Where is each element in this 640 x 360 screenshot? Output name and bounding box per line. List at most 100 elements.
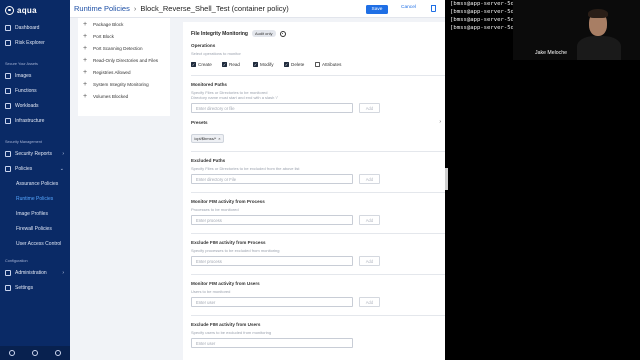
- control-label: Read-Only Directories and Files: [93, 57, 159, 63]
- sidebar-item-infrastructure[interactable]: Infrastructure: [0, 113, 70, 128]
- sidebar-item-images[interactable]: Images: [0, 68, 70, 83]
- sidebar-section-secure: Secure Your Assets: [5, 62, 38, 66]
- workloads-icon: [5, 102, 11, 109]
- plus-icon: +: [83, 68, 88, 76]
- add-excluded-path-button[interactable]: Add: [359, 174, 380, 185]
- control-item[interactable]: + Package Block: [78, 18, 170, 30]
- checkbox-checked-icon: ✓: [191, 62, 196, 68]
- monitored-paths-title: Monitored Paths: [191, 81, 227, 87]
- checkbox-label: Delete: [291, 62, 305, 68]
- save-button[interactable]: Save: [366, 5, 388, 14]
- page-title: Block_Reverse_Shell_Test (container poli…: [140, 4, 289, 13]
- divider: [191, 151, 445, 153]
- presenter-name: Jake Meloche: [535, 50, 568, 56]
- add-exclude-process-button[interactable]: Add: [359, 256, 380, 267]
- monitored-path-input[interactable]: Enter directory or file: [191, 103, 353, 114]
- add-monitor-process-button[interactable]: Add: [359, 215, 380, 226]
- monitor-process-help: Processes to be monitored: [191, 207, 239, 213]
- presenter-hair: [588, 9, 608, 18]
- sidebar-item-label: Workloads: [15, 102, 39, 109]
- sidebar-subitem-user-access-control[interactable]: User Access Control: [0, 236, 70, 251]
- preset-chip[interactable]: /opt/$bmss/* ×: [191, 134, 224, 144]
- panel-header: File Integrity Monitoring Audit only: [191, 30, 445, 37]
- checkbox-attributes[interactable]: Attributes: [315, 62, 346, 68]
- sidebar-item-label: Risk Explorer: [15, 39, 45, 46]
- sidebar-item-label: Security Reports: [15, 150, 52, 157]
- breadcrumb-separator: ›: [133, 4, 137, 13]
- chevron-right-icon[interactable]: ›: [439, 119, 441, 125]
- checkbox-modify[interactable]: ✓ Modify: [253, 62, 284, 68]
- delete-policy-icon[interactable]: [431, 5, 436, 12]
- gear-icon[interactable]: [279, 30, 286, 37]
- checkbox-checked-icon: ✓: [222, 62, 227, 68]
- checkbox-create[interactable]: ✓ Create: [191, 62, 222, 68]
- notifications-icon[interactable]: [55, 350, 62, 356]
- user-icon[interactable]: [31, 350, 38, 356]
- add-monitor-user-button[interactable]: Add: [359, 297, 380, 308]
- sidebar-item-risk-explorer[interactable]: Risk Explorer: [0, 35, 70, 50]
- sidebar-item-policies[interactable]: Policies ⌄: [0, 161, 70, 176]
- plus-icon: +: [83, 92, 88, 100]
- chevron-down-icon: ⌄: [59, 165, 64, 172]
- fim-panel: File Integrity Monitoring Audit only × O…: [183, 22, 453, 360]
- exclude-process-help: Specify processes to be excluded from mo…: [191, 248, 280, 254]
- checkbox-read[interactable]: ✓ Read: [222, 62, 253, 68]
- exclude-users-help: Specify users to be excluded from monito…: [191, 330, 272, 336]
- control-item[interactable]: + Volumes Blocked: [78, 90, 170, 102]
- sidebar-subitem-firewall-policies[interactable]: Firewall Policies: [0, 221, 70, 236]
- terminal-scrollbar[interactable]: [445, 168, 448, 190]
- sidebar-subitem-runtime-policies[interactable]: Runtime Policies: [0, 191, 70, 206]
- sidebar-item-functions[interactable]: Functions: [0, 83, 70, 98]
- control-item[interactable]: + Port Scanning Detection: [78, 42, 170, 54]
- functions-icon: [5, 87, 11, 94]
- sidebar-item-label: Infrastructure: [15, 117, 45, 124]
- control-label: Port Block: [93, 33, 114, 39]
- security-reports-icon: [5, 150, 11, 157]
- cancel-button[interactable]: Cancel: [401, 5, 416, 10]
- header-bar: Runtime Policies › Block_Reverse_Shell_T…: [70, 0, 445, 18]
- control-label: Registries Allowed: [93, 69, 131, 75]
- control-label: Package Block: [93, 21, 124, 27]
- brand-name: aqua: [17, 5, 37, 15]
- divider: [191, 192, 445, 194]
- add-monitored-path-button[interactable]: Add: [359, 103, 380, 114]
- control-item[interactable]: + Port Block: [78, 30, 170, 42]
- sidebar-item-workloads[interactable]: Workloads: [0, 98, 70, 113]
- checkbox-delete[interactable]: ✓ Delete: [284, 62, 315, 68]
- help-icon[interactable]: [8, 350, 15, 356]
- monitor-process-input[interactable]: Enter process: [191, 215, 353, 226]
- plus-icon: +: [83, 20, 88, 28]
- excluded-paths-help: Specify Files or Directories to be exclu…: [191, 166, 300, 172]
- webcam-overlay: Jake Meloche: [513, 0, 640, 60]
- excluded-paths-title: Excluded Paths: [191, 158, 226, 164]
- control-item[interactable]: + Registries Allowed: [78, 66, 170, 78]
- monitor-user-input[interactable]: Enter user: [191, 297, 353, 308]
- sidebar-item-security-reports[interactable]: Security Reports ›: [0, 146, 70, 161]
- exclude-process-input[interactable]: Enter process: [191, 256, 353, 267]
- exclude-user-input[interactable]: Enter user: [191, 338, 353, 349]
- checkbox-checked-icon: ✓: [253, 62, 258, 68]
- sidebar-item-dashboard[interactable]: Dashboard: [0, 20, 70, 35]
- excluded-path-input[interactable]: Enter directory or File: [191, 174, 353, 185]
- brand[interactable]: aqua: [0, 0, 70, 20]
- checkbox-checked-icon: ✓: [284, 62, 289, 68]
- sidebar-subitem-assurance-policies[interactable]: Assurance Policies: [0, 176, 70, 191]
- checkbox-label: Modify: [260, 62, 274, 68]
- plus-icon: +: [83, 44, 88, 52]
- images-icon: [5, 72, 11, 79]
- plus-icon: +: [83, 80, 88, 88]
- control-item[interactable]: + Read-Only Directories and Files: [78, 54, 170, 66]
- plus-icon: +: [83, 56, 88, 64]
- monitored-paths-help-slash: Directory name must start and end with a…: [191, 95, 279, 101]
- chip-remove-icon[interactable]: ×: [218, 136, 220, 141]
- control-item[interactable]: + System Integrity Monitoring: [78, 78, 170, 90]
- sidebar-section-security: Security Management: [5, 140, 42, 144]
- dashboard-icon: [5, 24, 11, 31]
- sidebar-footer: [0, 346, 70, 360]
- sidebar-item-settings[interactable]: Settings: [0, 280, 70, 295]
- breadcrumb-runtime-policies[interactable]: Runtime Policies: [74, 4, 130, 13]
- sidebar-item-administration[interactable]: Administration ›: [0, 265, 70, 280]
- chevron-right-icon: ›: [62, 150, 64, 157]
- presenter-torso: [577, 36, 621, 60]
- sidebar-subitem-image-profiles[interactable]: Image Profiles: [0, 206, 70, 221]
